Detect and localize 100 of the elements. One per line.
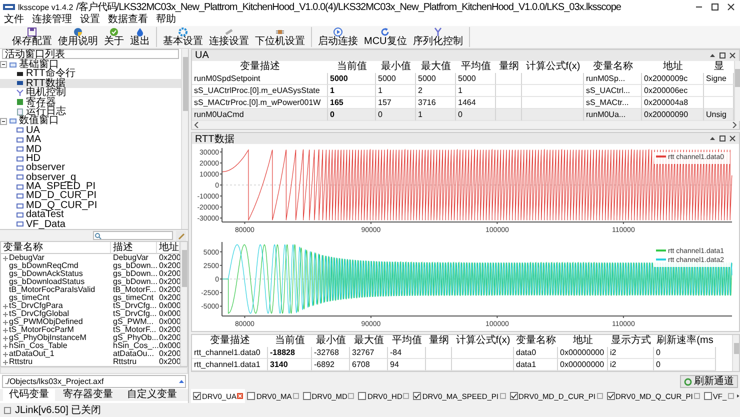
checkbox[interactable] — [704, 392, 712, 400]
table-cell: rtt_channel1.data1 — [192, 359, 268, 371]
checked-checkbox[interactable] — [193, 392, 201, 400]
table-cell: runM0Sp... — [584, 73, 642, 85]
expand-icon[interactable] — [3, 320, 8, 325]
tree-item[interactable]: 电机控制 — [0, 88, 181, 98]
checked-checkbox[interactable] — [413, 392, 422, 400]
refresh-button[interactable]: 刷新通道 — [680, 375, 738, 388]
tree-item[interactable]: MA — [0, 135, 181, 145]
expand-icon[interactable] — [3, 344, 8, 349]
table-cell-text: 0x200 — [158, 286, 180, 294]
menu-item[interactable]: 帮助 — [156, 15, 176, 25]
checkbox[interactable] — [358, 392, 366, 400]
toolbar-button[interactable]: 关于 — [102, 27, 126, 47]
toolbar-button[interactable]: 使用说明 — [56, 27, 100, 47]
toolbar-button[interactable]: 基本设置 — [161, 27, 205, 47]
chip-icon — [275, 27, 285, 37]
window-title: lksscope v1.4.2 — [18, 2, 74, 12]
tree-item[interactable]: observer_q — [0, 172, 181, 182]
tree-item[interactable]: UA — [0, 126, 181, 136]
menu-item[interactable]: 设置 — [80, 15, 100, 25]
toolbar-button[interactable]: 启动连接 — [316, 27, 360, 47]
empty-cell — [452, 347, 514, 359]
column-header: 变量名称 — [592, 61, 634, 73]
close-icon[interactable] — [729, 52, 736, 59]
tree-item[interactable]: MD_D_CUR_PI — [0, 191, 181, 201]
expand-icon[interactable] — [3, 312, 8, 317]
clear-button[interactable] — [176, 231, 186, 242]
tab[interactable]: 自定义变量 — [121, 389, 183, 402]
restore-icon[interactable] — [719, 135, 726, 142]
column-header: 显 — [713, 61, 725, 73]
float-icon[interactable] — [709, 135, 716, 142]
table-cell: runM0UaCmd — [192, 109, 328, 121]
tree-item[interactable]: VF_Data — [0, 220, 181, 230]
tree-item[interactable]: MA_SPEED_PI — [0, 182, 181, 192]
toolbar-button[interactable]: 连接设置 — [207, 27, 251, 47]
table-cell-text: 0x000 — [158, 318, 180, 326]
tree-item[interactable]: 数值窗口 — [0, 116, 181, 126]
tree-item[interactable]: MD_Q_CUR_PI — [0, 200, 181, 210]
table-cell-text: gs_bDown... — [112, 270, 157, 278]
collapse-icon[interactable] — [0, 61, 7, 68]
search-field[interactable] — [93, 231, 173, 240]
table-cell: 32767 — [350, 347, 388, 359]
expand-icon[interactable] — [3, 360, 8, 365]
tree-item[interactable]: 基础窗口 — [0, 60, 181, 70]
table-cell: 0 — [456, 109, 496, 121]
scroll-arrow-icon[interactable] — [736, 392, 740, 400]
play-icon — [333, 27, 343, 37]
toolbar-button[interactable]: MCU复位 — [362, 27, 409, 47]
close-icon[interactable] — [729, 135, 736, 142]
tree-item[interactable]: MD — [0, 144, 181, 154]
column-header: 变量描述 — [209, 335, 251, 347]
table-cell-text: tS_MotorF... — [112, 326, 156, 334]
table-cell-text: atDataOu... — [112, 350, 154, 358]
column-header: 平均值 — [391, 335, 423, 347]
table-cell: 1 — [416, 109, 456, 121]
float-icon[interactable] — [709, 52, 716, 59]
table-cell: i2 — [608, 347, 654, 359]
folder-icon — [9, 117, 17, 126]
table-cell: gS_PWMObjDefined — [1, 318, 111, 326]
table-cell: 0x00000000 — [558, 347, 608, 359]
table-cell: 5000 — [456, 73, 496, 85]
table-cell: 1 — [376, 85, 416, 97]
expand-icon[interactable] — [3, 328, 8, 333]
expand-icon[interactable] — [3, 336, 8, 341]
checked-checkbox[interactable] — [510, 392, 518, 400]
tab[interactable]: 代码变量 — [3, 389, 55, 402]
menu-item[interactable]: 数据查看 — [108, 15, 148, 25]
toolbar-button[interactable]: 序列化控制 — [410, 27, 465, 47]
tree-item[interactable]: HD — [0, 154, 181, 164]
column-header: 最大值 — [420, 61, 452, 73]
table-cell: data0 — [514, 347, 558, 359]
restore-icon[interactable] — [719, 52, 726, 59]
table-cell-text: 0x200 — [158, 350, 180, 358]
checked-checkbox[interactable] — [606, 392, 614, 400]
expand-icon[interactable] — [3, 256, 8, 261]
brush-icon — [178, 232, 184, 240]
table-cell: 0 — [376, 109, 416, 121]
tree-item[interactable]: dataTest — [0, 210, 181, 220]
tree-item[interactable]: 运行日志 — [0, 106, 181, 116]
toolbar-button[interactable]: 退出 — [128, 27, 152, 47]
expand-icon[interactable] — [3, 304, 8, 309]
file-path-field[interactable]: ./Objects/lks03x_Project.axf — [2, 375, 186, 388]
column-header: 最小值 — [315, 335, 347, 347]
collapse-icon[interactable] — [0, 118, 7, 125]
tree-item[interactable]: observer — [0, 163, 181, 173]
empty-cell — [522, 73, 584, 85]
maximize-icon — [710, 2, 720, 12]
tree-item[interactable]: RTT命令行 — [0, 69, 181, 79]
toolbar-button[interactable]: 下位机设置 — [253, 27, 307, 47]
checkbox[interactable] — [247, 392, 256, 400]
tab[interactable]: 寄存器变量 — [57, 389, 119, 402]
up-arrow-icon[interactable] — [178, 378, 185, 386]
table-cell: tS_MotorFocParM — [1, 326, 111, 334]
toolbar-button[interactable]: 保存配置 — [10, 27, 54, 47]
checkbox[interactable] — [302, 392, 311, 400]
tree-item[interactable]: 寄存器 — [0, 98, 181, 107]
expand-icon[interactable] — [3, 352, 8, 357]
menu-item[interactable]: 连接管理 — [32, 15, 72, 25]
menu-item[interactable]: 文件 — [4, 15, 24, 25]
